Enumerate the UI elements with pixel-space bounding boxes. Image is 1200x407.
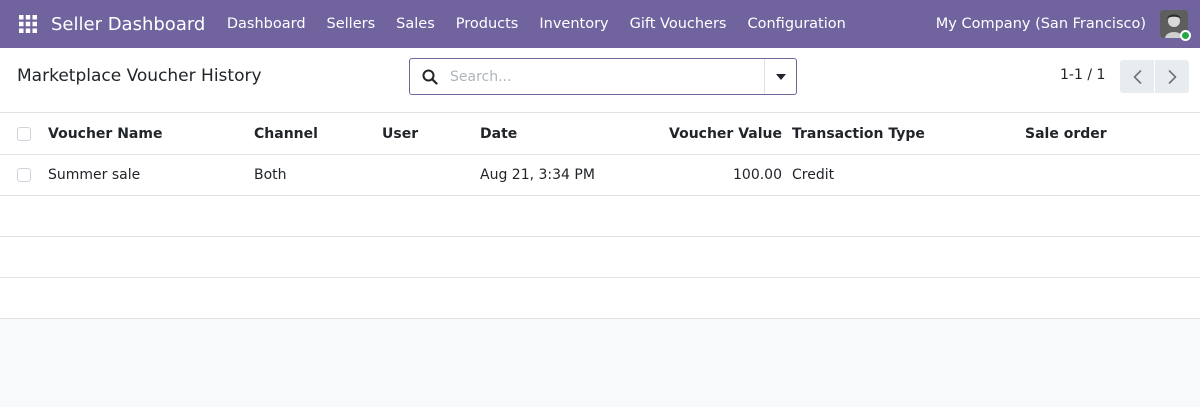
voucher-history-list: Voucher Name Channel User Date Voucher V… xyxy=(0,113,1200,319)
company-switcher[interactable]: My Company (San Francisco) xyxy=(936,16,1146,32)
search-input[interactable] xyxy=(450,59,764,94)
column-header-sale-order[interactable]: Sale order xyxy=(1025,113,1107,154)
table-row[interactable]: Summer sale Both Aug 21, 3:34 PM 100.00 … xyxy=(0,155,1200,196)
pager-value[interactable]: 1-1 / 1 xyxy=(1060,67,1105,83)
menu-item-sellers[interactable]: Sellers xyxy=(316,0,386,48)
row-checkbox[interactable] xyxy=(17,168,31,182)
control-panel: Marketplace Voucher History 1-1 / 1 xyxy=(0,48,1200,113)
menu-item-gift-vouchers[interactable]: Gift Vouchers xyxy=(619,0,737,48)
apps-menu-button[interactable] xyxy=(8,0,48,48)
pager-previous-button[interactable] xyxy=(1120,60,1154,93)
empty-row xyxy=(0,278,1200,319)
menu-item-dashboard[interactable]: Dashboard xyxy=(216,0,316,48)
search-icon xyxy=(422,69,438,85)
column-header-channel[interactable]: Channel xyxy=(254,113,318,154)
page-title: Marketplace Voucher History xyxy=(17,66,262,86)
select-all-checkbox[interactable] xyxy=(17,126,31,141)
cell-voucher-name: Summer sale xyxy=(48,167,141,183)
column-header-transaction-type[interactable]: Transaction Type xyxy=(792,113,925,154)
menu-item-configuration[interactable]: Configuration xyxy=(737,0,856,48)
table-header: Voucher Name Channel User Date Voucher V… xyxy=(0,113,1200,155)
menu-item-sales[interactable]: Sales xyxy=(386,0,446,48)
column-header-date[interactable]: Date xyxy=(480,113,517,154)
chevron-left-icon xyxy=(1133,69,1141,84)
menu-item-products[interactable]: Products xyxy=(445,0,529,48)
caret-down-icon xyxy=(775,73,786,80)
pager-next-button[interactable] xyxy=(1155,60,1189,93)
empty-row xyxy=(0,237,1200,278)
cell-date: Aug 21, 3:34 PM xyxy=(480,167,595,183)
user-avatar-icon[interactable] xyxy=(1160,10,1191,41)
search-icon-wrapper xyxy=(410,59,450,94)
apps-grid-icon xyxy=(19,15,37,33)
pager-buttons xyxy=(1120,60,1189,93)
main-menu: Dashboard Sellers Sales Products Invento… xyxy=(216,0,856,48)
chevron-right-icon xyxy=(1168,69,1176,84)
column-header-voucher-value[interactable]: Voucher Value xyxy=(620,113,782,154)
empty-row xyxy=(0,196,1200,237)
cell-voucher-value: 100.00 xyxy=(733,167,782,183)
online-status-dot xyxy=(1180,30,1191,41)
cell-transaction-type: Credit xyxy=(792,167,835,183)
search-options-toggle[interactable] xyxy=(764,59,796,94)
search-bar xyxy=(409,58,797,95)
column-header-voucher-name[interactable]: Voucher Name xyxy=(48,113,162,154)
cell-channel: Both xyxy=(254,167,287,183)
select-all-cell xyxy=(17,113,31,154)
column-header-user[interactable]: User xyxy=(382,113,418,154)
row-select-cell xyxy=(17,155,31,195)
app-title[interactable]: Seller Dashboard xyxy=(51,14,205,35)
navbar-right: My Company (San Francisco) xyxy=(936,0,1200,48)
menu-item-inventory[interactable]: Inventory xyxy=(529,0,619,48)
top-navbar: Seller Dashboard Dashboard Sellers Sales… xyxy=(0,0,1200,48)
